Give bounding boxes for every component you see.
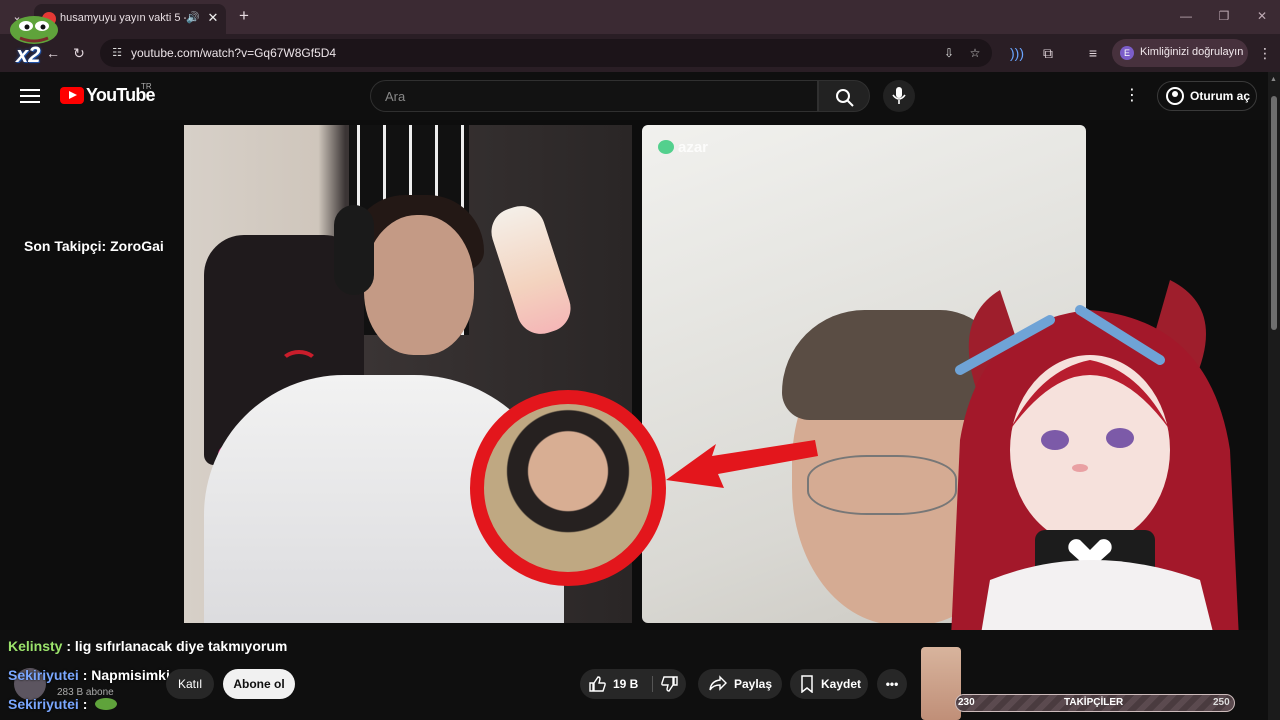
voice-search-button[interactable] <box>883 80 915 112</box>
wifi-extension-icon[interactable]: ))) <box>1006 42 1028 64</box>
signin-button[interactable]: Oturum aç <box>1157 81 1257 111</box>
extensions-icon[interactable]: ⧉ <box>1037 42 1059 64</box>
url-text[interactable]: youtube.com/watch?v=Gq67W8Gf5D4 <box>131 46 336 60</box>
thumbs-up-icon[interactable] <box>588 675 606 693</box>
scroll-thumb[interactable] <box>1271 96 1277 330</box>
profile-button[interactable]: E Kimliğinizi doğrulayın <box>1112 39 1248 67</box>
chat-username: Kelinsty <box>8 638 63 654</box>
chair-logo <box>279 350 319 380</box>
new-tab-button[interactable]: + <box>234 6 254 26</box>
x2-label: x2 <box>16 42 41 67</box>
profile-label: Kimliğinizi doğrulayın <box>1140 46 1244 58</box>
browser-menu-icon[interactable]: ⋮ <box>1254 42 1276 64</box>
pepe-x2-badge: x2 <box>6 12 60 68</box>
scroll-up-icon[interactable]: ▲ <box>1270 76 1277 83</box>
save-label: Kaydet <box>821 677 862 691</box>
page-scrollbar[interactable]: ▲ <box>1268 72 1280 720</box>
account-icon <box>1166 87 1184 105</box>
azar-logo-icon <box>658 140 674 154</box>
hamburger-menu-icon[interactable] <box>20 86 40 106</box>
highlight-circle <box>470 390 666 586</box>
like-count[interactable]: 19 B <box>613 669 638 699</box>
maximize-icon[interactable]: ❐ <box>1214 6 1234 26</box>
speaker-icon[interactable]: 🔊 <box>186 10 200 26</box>
join-button[interactable]: Katıl <box>166 669 214 699</box>
tab-title: husamyuyu yayın vakti 5 - Y <box>60 12 186 24</box>
minimize-icon[interactable]: — <box>1176 6 1196 26</box>
chat-overlay-line-title: Kelinsty : lig sıfırlanacak diye takmıyo… <box>8 638 287 654</box>
more-horizontal-icon: ••• <box>885 677 899 691</box>
pepe-emote-icon <box>95 698 118 710</box>
chat-username: Sekiriyutei <box>8 667 79 683</box>
microphone-icon <box>892 87 906 104</box>
chat-message: : Napmisimki <box>82 667 170 683</box>
search-button[interactable] <box>818 80 870 112</box>
youtube-header: YouTube TR ⋮ Oturum aç <box>0 72 1268 120</box>
chat-message: : lig sıfırlanacak diye takmıyorum <box>66 638 288 654</box>
browser-tabstrip: ⌄ husamyuyu yayın vakti 5 - Y 🔊 ✕ + — ❐ … <box>0 0 1280 34</box>
headphones <box>334 205 374 295</box>
video-player[interactable]: azar Son Takipçi: ZoroGai <box>0 120 1268 630</box>
media-control-icon[interactable]: ≡ <box>1082 42 1104 64</box>
bookmark-icon <box>801 675 813 693</box>
follower-goal-current: 230 <box>958 697 975 708</box>
thumbs-down-icon[interactable] <box>661 675 679 693</box>
chat-message: : <box>82 696 88 712</box>
more-actions-button[interactable]: ••• <box>877 669 907 699</box>
red-arrow-icon <box>666 440 818 488</box>
chat-overlay-line: Sekiriyutei : <box>8 696 118 712</box>
chat-overlay-line: Sekiriyutei : Napmisimki <box>8 667 170 683</box>
chat-username: Sekiriyutei <box>8 696 79 712</box>
save-button[interactable]: Kaydet <box>790 669 868 699</box>
reload-icon[interactable]: ↻ <box>68 42 90 64</box>
address-bar[interactable]: ☷ youtube.com/watch?v=Gq67W8Gf5D4 ⇩ ☆ <box>100 39 992 67</box>
vtuber-avatar <box>951 280 1239 630</box>
profile-avatar-icon: E <box>1120 46 1134 60</box>
signin-label: Oturum aç <box>1190 89 1251 103</box>
azar-text: azar <box>678 139 709 156</box>
share-icon <box>709 675 727 691</box>
last-follower-overlay: Son Takipçi: ZoroGai <box>24 238 164 254</box>
search-input[interactable] <box>371 81 817 111</box>
azar-logo: azar <box>658 139 708 156</box>
window-close-icon[interactable]: ✕ <box>1252 6 1272 26</box>
site-info-icon[interactable]: ☷ <box>108 44 126 62</box>
browser-toolbar: ← ↻ ☷ youtube.com/watch?v=Gq67W8Gf5D4 ⇩ … <box>0 34 1280 72</box>
like-dislike-group: 19 B <box>580 669 686 699</box>
close-icon[interactable]: ✕ <box>206 10 220 26</box>
caller-glasses <box>807 455 957 515</box>
country-code: TR <box>141 82 152 91</box>
follower-goal-target: 250 <box>1213 697 1230 708</box>
streamer-small-cam <box>921 647 961 720</box>
tab-active[interactable]: husamyuyu yayın vakti 5 - Y 🔊 ✕ <box>34 4 226 34</box>
search-box <box>370 80 818 112</box>
divider <box>652 676 653 692</box>
install-app-icon[interactable]: ⇩ <box>940 44 958 62</box>
share-button[interactable]: Paylaş <box>698 669 782 699</box>
streamer-face <box>364 215 474 355</box>
more-options-icon[interactable]: ⋮ <box>1122 86 1142 106</box>
share-label: Paylaş <box>734 677 773 691</box>
subscribe-button[interactable]: Abone ol <box>223 669 295 699</box>
bookmark-star-icon[interactable]: ☆ <box>966 44 984 62</box>
search-icon <box>836 89 854 107</box>
youtube-logo-icon[interactable] <box>60 87 84 104</box>
follower-goal-label: TAKİPÇİLER <box>1064 697 1124 708</box>
studio-microphone <box>485 199 577 341</box>
